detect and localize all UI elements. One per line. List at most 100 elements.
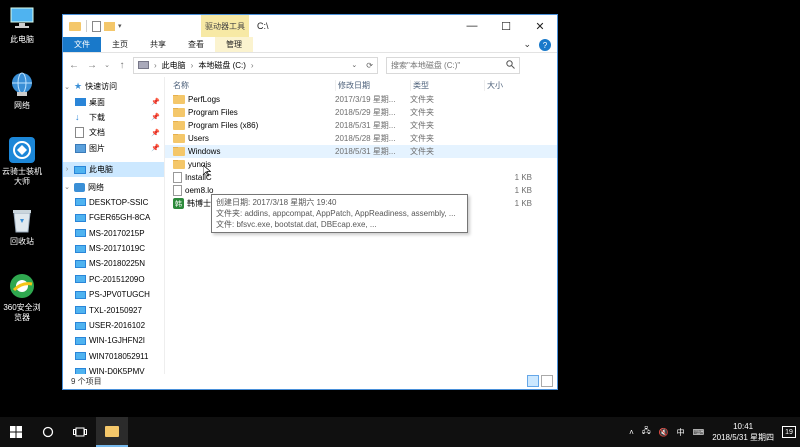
- file-row[interactable]: Program Files (x86) 2018/5/31 星期... 文件夹: [165, 119, 557, 132]
- nav-item-pictures[interactable]: 图片 📌: [63, 141, 164, 156]
- chevron-down-icon[interactable]: ⌄: [63, 83, 71, 91]
- close-button[interactable]: ✕: [523, 15, 557, 37]
- ime-indicator[interactable]: 中: [677, 427, 685, 438]
- mouse-cursor-icon: [202, 164, 212, 179]
- file-row[interactable]: Program Files 2018/5/29 星期... 文件夹: [165, 106, 557, 119]
- chevron-right-icon[interactable]: ›: [63, 166, 71, 173]
- pin-icon[interactable]: 📌: [151, 98, 160, 106]
- nav-network-computer[interactable]: WIN-D0K5PMV: [63, 364, 164, 374]
- back-button[interactable]: ←: [67, 58, 81, 72]
- nav-network-computer[interactable]: PC-20151209O: [63, 272, 164, 287]
- search-icon[interactable]: [506, 59, 515, 71]
- address-bar[interactable]: › 此电脑 › 本地磁盘 (C:) › ⌄ ⟳: [133, 56, 378, 74]
- nav-network-computer[interactable]: MS-20180225N: [63, 256, 164, 271]
- column-header-size[interactable]: 大小: [484, 79, 532, 91]
- refresh-icon[interactable]: ⟳: [366, 61, 373, 70]
- recent-locations-button[interactable]: ⌄: [103, 58, 111, 72]
- file-row[interactable]: Windows 2018/5/31 星期... 文件夹: [165, 145, 557, 158]
- search-button[interactable]: [32, 417, 64, 447]
- file-row[interactable]: Users 2018/5/28 星期... 文件夹: [165, 132, 557, 145]
- nav-network-computer[interactable]: USER-2016102: [63, 318, 164, 333]
- title-bar[interactable]: ▾ 驱动器工具 C:\ — ☐ ✕: [63, 15, 557, 37]
- pin-icon[interactable]: 📌: [151, 113, 160, 121]
- new-folder-icon[interactable]: [104, 21, 115, 31]
- nav-network-computer[interactable]: MS-20170215P: [63, 226, 164, 241]
- tab-file[interactable]: 文件: [63, 37, 101, 52]
- customize-dropdown-icon[interactable]: ▾: [118, 22, 122, 30]
- desktop-icon-network[interactable]: 网络: [0, 70, 44, 111]
- properties-icon[interactable]: [92, 20, 101, 32]
- taskbar-file-explorer[interactable]: [96, 417, 128, 447]
- show-hidden-icons-icon[interactable]: ˄: [629, 428, 634, 437]
- help-icon[interactable]: ?: [539, 39, 551, 51]
- nav-network[interactable]: ⌄ 网络: [63, 179, 164, 194]
- clock[interactable]: 10:41 2018/5/31 星期四: [712, 421, 774, 443]
- nav-label: WIN-1GJHFN2I: [89, 336, 145, 346]
- clock-time: 10:41: [733, 422, 754, 431]
- nav-network-computer[interactable]: PS-JPV0TUGCH: [63, 287, 164, 302]
- column-header-type[interactable]: 类型: [410, 79, 484, 91]
- tab-manage[interactable]: 管理: [215, 37, 253, 52]
- desktop-icon-recycle-bin[interactable]: 回收站: [0, 206, 44, 247]
- nav-network-computer[interactable]: WIN-1GJHFN2I: [63, 333, 164, 348]
- file-date: 2018/5/29 星期...: [335, 108, 396, 117]
- search-input[interactable]: [391, 60, 501, 70]
- pin-icon[interactable]: 📌: [151, 129, 160, 137]
- nav-item-desktop[interactable]: 桌面 📌: [63, 94, 164, 109]
- desktop-icon-yunqishi[interactable]: 云骑士装机大师: [0, 136, 44, 187]
- file-row[interactable]: yunqis: [165, 158, 557, 171]
- nav-network-computer[interactable]: DESKTOP-SSIC: [63, 195, 164, 210]
- network-status-icon[interactable]: 🖧: [642, 425, 651, 439]
- nav-label: 网络: [88, 182, 104, 192]
- forward-button[interactable]: →: [85, 58, 99, 72]
- action-center-button[interactable]: 19: [782, 426, 796, 438]
- computer-icon: [75, 336, 86, 345]
- expand-ribbon-icon[interactable]: ⌄: [523, 39, 531, 51]
- file-name-cell: Users: [173, 134, 335, 143]
- start-button[interactable]: [0, 417, 32, 447]
- nav-label: 图片: [89, 143, 105, 153]
- nav-quick-access[interactable]: ⌄ ★ 快速访问: [63, 79, 164, 94]
- nav-item-documents[interactable]: 文档 📌: [63, 125, 164, 140]
- tab-view[interactable]: 查看: [177, 37, 215, 52]
- file-date: 2018/5/28 星期...: [335, 134, 396, 143]
- network-icon: [74, 182, 85, 192]
- desktop-icon-label: 360安全浏览器: [3, 303, 41, 322]
- file-name-cell: InstallC: [173, 172, 335, 183]
- desktop-icon-this-pc[interactable]: 此电脑: [0, 4, 44, 45]
- desktop-icon-360-browser[interactable]: 360安全浏览器: [0, 272, 44, 323]
- file-name: Program Files (x86): [188, 121, 259, 130]
- chevron-down-icon[interactable]: ⌄: [63, 183, 71, 191]
- column-header-date[interactable]: 修改日期: [335, 79, 410, 91]
- file-row[interactable]: InstallC 1 KB: [165, 171, 557, 184]
- maximize-button[interactable]: ☐: [489, 15, 523, 37]
- nav-network-computer[interactable]: FGER65GH-8CA: [63, 210, 164, 225]
- computer-icon: [75, 244, 86, 253]
- up-button[interactable]: ↑: [115, 58, 129, 72]
- nav-network-computer[interactable]: WIN7018052911: [63, 349, 164, 364]
- explorer-window[interactable]: ▾ 驱动器工具 C:\ — ☐ ✕ 文件 主页 共享 查看 管理 ⌄ ? ← →…: [62, 14, 558, 390]
- nav-network-computer[interactable]: TXL-20150927: [63, 302, 164, 317]
- file-row[interactable]: PerfLogs 2017/3/19 星期... 文件夹: [165, 93, 557, 106]
- breadcrumb-local-disk[interactable]: 本地磁盘 (C:): [198, 60, 246, 71]
- volume-icon[interactable]: 🔇: [659, 428, 669, 437]
- details-view-button[interactable]: [527, 375, 539, 387]
- tab-share[interactable]: 共享: [139, 37, 177, 52]
- large-icons-view-button[interactable]: [541, 375, 553, 387]
- address-dropdown-icon[interactable]: ⌄: [351, 61, 357, 69]
- pin-icon[interactable]: 📌: [151, 144, 160, 152]
- computer-icon: [75, 275, 86, 284]
- nav-this-pc[interactable]: › 此电脑: [63, 161, 164, 178]
- file-name: Program Files: [188, 108, 238, 117]
- 360-browser-icon: [8, 272, 36, 300]
- column-header-name[interactable]: 名称: [173, 80, 335, 91]
- file-date: 2017/3/19 星期...: [335, 95, 396, 104]
- nav-network-computer[interactable]: MS-20171019C: [63, 241, 164, 256]
- breadcrumb-this-pc[interactable]: 此电脑: [162, 60, 186, 71]
- keyboard-icon[interactable]: ⌨: [693, 428, 705, 437]
- task-view-button[interactable]: [64, 417, 96, 447]
- tab-home[interactable]: 主页: [101, 37, 139, 52]
- nav-item-downloads[interactable]: ↓ 下载 📌: [63, 110, 164, 125]
- minimize-button[interactable]: —: [455, 15, 489, 37]
- search-box[interactable]: [386, 56, 520, 74]
